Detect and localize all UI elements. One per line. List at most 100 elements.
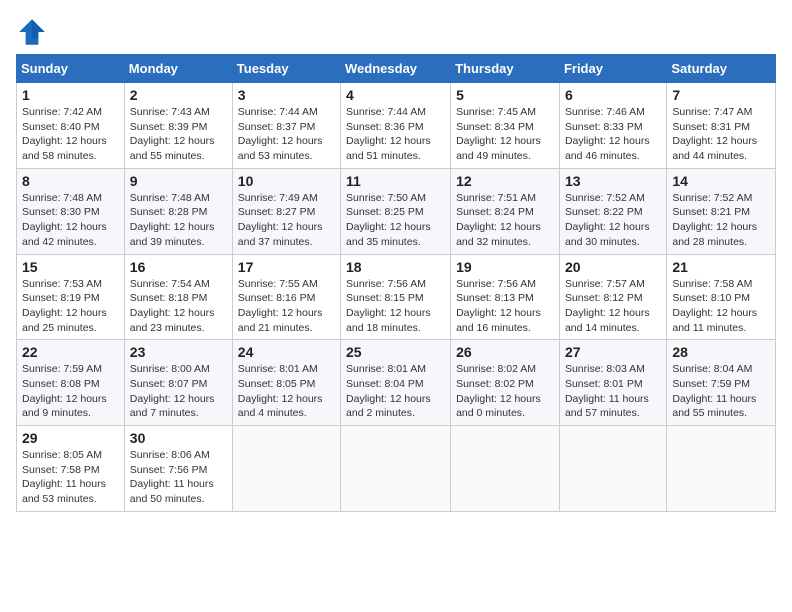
day-info: Sunrise: 7:51 AMSunset: 8:24 PMDaylight:… bbox=[456, 192, 541, 248]
calendar-day-header: Thursday bbox=[451, 55, 560, 83]
day-number: 9 bbox=[130, 173, 227, 189]
calendar-day-cell: 30 Sunrise: 8:06 AMSunset: 7:56 PMDaylig… bbox=[124, 426, 232, 512]
calendar-day-header: Saturday bbox=[667, 55, 776, 83]
logo bbox=[16, 16, 52, 48]
day-number: 15 bbox=[22, 259, 119, 275]
calendar-day-cell: 1 Sunrise: 7:42 AMSunset: 8:40 PMDayligh… bbox=[17, 83, 125, 169]
day-info: Sunrise: 8:05 AMSunset: 7:58 PMDaylight:… bbox=[22, 449, 106, 505]
day-number: 25 bbox=[346, 344, 445, 360]
day-number: 28 bbox=[672, 344, 770, 360]
calendar-day-header: Friday bbox=[559, 55, 666, 83]
day-number: 5 bbox=[456, 87, 554, 103]
day-number: 21 bbox=[672, 259, 770, 275]
calendar-day-cell: 19 Sunrise: 7:56 AMSunset: 8:13 PMDaylig… bbox=[451, 254, 560, 340]
calendar-day-cell: 21 Sunrise: 7:58 AMSunset: 8:10 PMDaylig… bbox=[667, 254, 776, 340]
calendar-day-cell: 25 Sunrise: 8:01 AMSunset: 8:04 PMDaylig… bbox=[341, 340, 451, 426]
day-info: Sunrise: 7:56 AMSunset: 8:13 PMDaylight:… bbox=[456, 278, 541, 334]
day-number: 29 bbox=[22, 430, 119, 446]
calendar-day-cell: 26 Sunrise: 8:02 AMSunset: 8:02 PMDaylig… bbox=[451, 340, 560, 426]
day-info: Sunrise: 8:03 AMSunset: 8:01 PMDaylight:… bbox=[565, 363, 649, 419]
calendar-day-cell bbox=[559, 426, 666, 512]
calendar-day-cell: 2 Sunrise: 7:43 AMSunset: 8:39 PMDayligh… bbox=[124, 83, 232, 169]
calendar-day-cell: 3 Sunrise: 7:44 AMSunset: 8:37 PMDayligh… bbox=[232, 83, 340, 169]
calendar-day-cell: 17 Sunrise: 7:55 AMSunset: 8:16 PMDaylig… bbox=[232, 254, 340, 340]
day-number: 10 bbox=[238, 173, 335, 189]
calendar-day-cell: 11 Sunrise: 7:50 AMSunset: 8:25 PMDaylig… bbox=[341, 168, 451, 254]
day-number: 2 bbox=[130, 87, 227, 103]
day-info: Sunrise: 7:48 AMSunset: 8:28 PMDaylight:… bbox=[130, 192, 215, 248]
day-info: Sunrise: 7:53 AMSunset: 8:19 PMDaylight:… bbox=[22, 278, 107, 334]
day-info: Sunrise: 7:52 AMSunset: 8:21 PMDaylight:… bbox=[672, 192, 757, 248]
calendar-header-row: SundayMondayTuesdayWednesdayThursdayFrid… bbox=[17, 55, 776, 83]
day-info: Sunrise: 7:47 AMSunset: 8:31 PMDaylight:… bbox=[672, 106, 757, 162]
calendar-day-cell: 15 Sunrise: 7:53 AMSunset: 8:19 PMDaylig… bbox=[17, 254, 125, 340]
day-number: 26 bbox=[456, 344, 554, 360]
calendar-day-cell bbox=[451, 426, 560, 512]
calendar-week-row: 15 Sunrise: 7:53 AMSunset: 8:19 PMDaylig… bbox=[17, 254, 776, 340]
calendar-day-cell: 12 Sunrise: 7:51 AMSunset: 8:24 PMDaylig… bbox=[451, 168, 560, 254]
day-number: 18 bbox=[346, 259, 445, 275]
calendar-day-cell bbox=[232, 426, 340, 512]
calendar-day-cell: 20 Sunrise: 7:57 AMSunset: 8:12 PMDaylig… bbox=[559, 254, 666, 340]
calendar-day-cell: 9 Sunrise: 7:48 AMSunset: 8:28 PMDayligh… bbox=[124, 168, 232, 254]
calendar-day-cell: 5 Sunrise: 7:45 AMSunset: 8:34 PMDayligh… bbox=[451, 83, 560, 169]
day-number: 1 bbox=[22, 87, 119, 103]
day-info: Sunrise: 8:01 AMSunset: 8:04 PMDaylight:… bbox=[346, 363, 431, 419]
calendar-week-row: 29 Sunrise: 8:05 AMSunset: 7:58 PMDaylig… bbox=[17, 426, 776, 512]
day-info: Sunrise: 7:55 AMSunset: 8:16 PMDaylight:… bbox=[238, 278, 323, 334]
day-number: 13 bbox=[565, 173, 661, 189]
day-number: 30 bbox=[130, 430, 227, 446]
day-info: Sunrise: 7:56 AMSunset: 8:15 PMDaylight:… bbox=[346, 278, 431, 334]
day-info: Sunrise: 8:01 AMSunset: 8:05 PMDaylight:… bbox=[238, 363, 323, 419]
day-number: 6 bbox=[565, 87, 661, 103]
calendar-day-cell bbox=[667, 426, 776, 512]
day-number: 20 bbox=[565, 259, 661, 275]
day-number: 14 bbox=[672, 173, 770, 189]
day-info: Sunrise: 8:02 AMSunset: 8:02 PMDaylight:… bbox=[456, 363, 541, 419]
day-info: Sunrise: 7:44 AMSunset: 8:37 PMDaylight:… bbox=[238, 106, 323, 162]
calendar-day-header: Monday bbox=[124, 55, 232, 83]
calendar-day-cell: 18 Sunrise: 7:56 AMSunset: 8:15 PMDaylig… bbox=[341, 254, 451, 340]
page-header bbox=[16, 16, 776, 48]
day-info: Sunrise: 7:42 AMSunset: 8:40 PMDaylight:… bbox=[22, 106, 107, 162]
calendar-day-cell: 7 Sunrise: 7:47 AMSunset: 8:31 PMDayligh… bbox=[667, 83, 776, 169]
day-info: Sunrise: 8:00 AMSunset: 8:07 PMDaylight:… bbox=[130, 363, 215, 419]
day-info: Sunrise: 8:04 AMSunset: 7:59 PMDaylight:… bbox=[672, 363, 756, 419]
day-info: Sunrise: 7:50 AMSunset: 8:25 PMDaylight:… bbox=[346, 192, 431, 248]
calendar-day-cell: 10 Sunrise: 7:49 AMSunset: 8:27 PMDaylig… bbox=[232, 168, 340, 254]
calendar-day-cell: 6 Sunrise: 7:46 AMSunset: 8:33 PMDayligh… bbox=[559, 83, 666, 169]
day-info: Sunrise: 7:49 AMSunset: 8:27 PMDaylight:… bbox=[238, 192, 323, 248]
calendar-day-cell: 28 Sunrise: 8:04 AMSunset: 7:59 PMDaylig… bbox=[667, 340, 776, 426]
calendar-day-cell: 8 Sunrise: 7:48 AMSunset: 8:30 PMDayligh… bbox=[17, 168, 125, 254]
day-info: Sunrise: 7:58 AMSunset: 8:10 PMDaylight:… bbox=[672, 278, 757, 334]
day-number: 12 bbox=[456, 173, 554, 189]
day-info: Sunrise: 7:59 AMSunset: 8:08 PMDaylight:… bbox=[22, 363, 107, 419]
calendar-day-header: Tuesday bbox=[232, 55, 340, 83]
calendar-week-row: 1 Sunrise: 7:42 AMSunset: 8:40 PMDayligh… bbox=[17, 83, 776, 169]
calendar-day-cell: 13 Sunrise: 7:52 AMSunset: 8:22 PMDaylig… bbox=[559, 168, 666, 254]
calendar-day-cell: 14 Sunrise: 7:52 AMSunset: 8:21 PMDaylig… bbox=[667, 168, 776, 254]
calendar-day-cell bbox=[341, 426, 451, 512]
day-number: 24 bbox=[238, 344, 335, 360]
calendar-day-cell: 4 Sunrise: 7:44 AMSunset: 8:36 PMDayligh… bbox=[341, 83, 451, 169]
day-info: Sunrise: 8:06 AMSunset: 7:56 PMDaylight:… bbox=[130, 449, 214, 505]
day-info: Sunrise: 7:57 AMSunset: 8:12 PMDaylight:… bbox=[565, 278, 650, 334]
day-info: Sunrise: 7:52 AMSunset: 8:22 PMDaylight:… bbox=[565, 192, 650, 248]
calendar-day-cell: 24 Sunrise: 8:01 AMSunset: 8:05 PMDaylig… bbox=[232, 340, 340, 426]
day-info: Sunrise: 7:46 AMSunset: 8:33 PMDaylight:… bbox=[565, 106, 650, 162]
calendar-day-cell: 22 Sunrise: 7:59 AMSunset: 8:08 PMDaylig… bbox=[17, 340, 125, 426]
day-info: Sunrise: 7:48 AMSunset: 8:30 PMDaylight:… bbox=[22, 192, 107, 248]
day-number: 17 bbox=[238, 259, 335, 275]
day-number: 23 bbox=[130, 344, 227, 360]
calendar-table: SundayMondayTuesdayWednesdayThursdayFrid… bbox=[16, 54, 776, 512]
logo-icon bbox=[16, 16, 48, 48]
day-number: 22 bbox=[22, 344, 119, 360]
calendar-week-row: 8 Sunrise: 7:48 AMSunset: 8:30 PMDayligh… bbox=[17, 168, 776, 254]
day-number: 3 bbox=[238, 87, 335, 103]
calendar-day-cell: 27 Sunrise: 8:03 AMSunset: 8:01 PMDaylig… bbox=[559, 340, 666, 426]
day-info: Sunrise: 7:43 AMSunset: 8:39 PMDaylight:… bbox=[130, 106, 215, 162]
day-info: Sunrise: 7:44 AMSunset: 8:36 PMDaylight:… bbox=[346, 106, 431, 162]
day-number: 27 bbox=[565, 344, 661, 360]
day-number: 16 bbox=[130, 259, 227, 275]
day-number: 4 bbox=[346, 87, 445, 103]
